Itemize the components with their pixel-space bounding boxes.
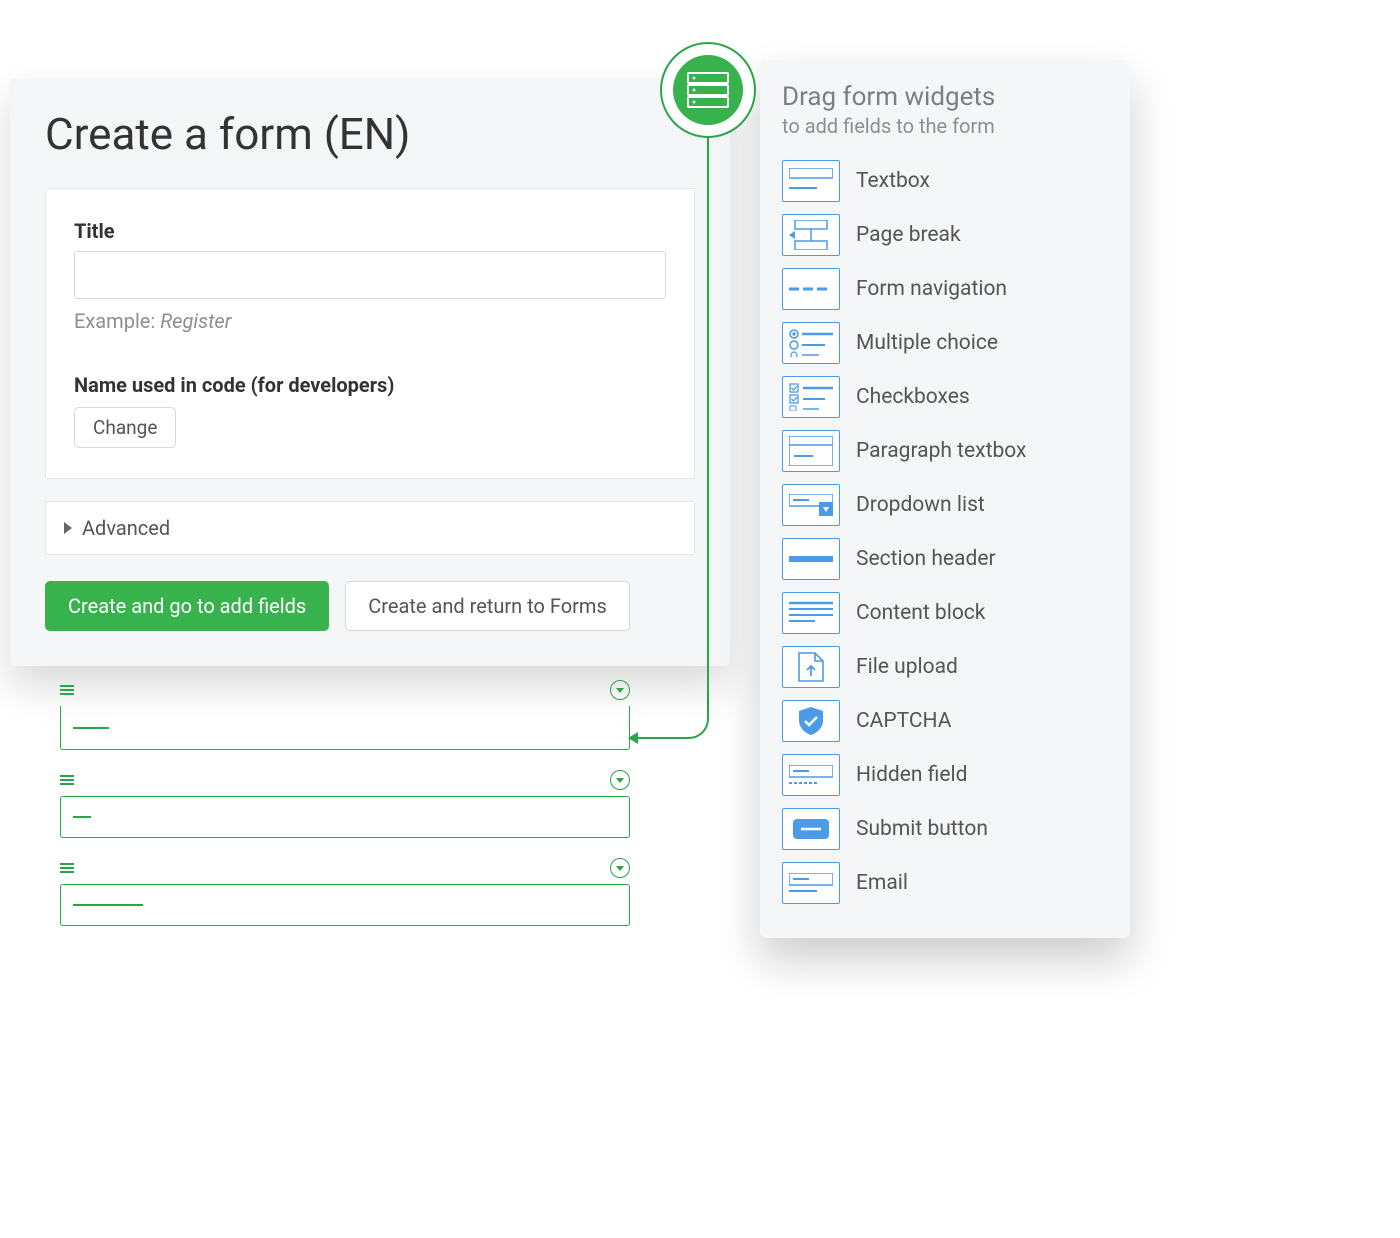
action-row: Create and go to add fields Create and r… bbox=[45, 581, 695, 631]
widgets-title: Drag form widgets bbox=[782, 82, 1108, 112]
form-stack-icon bbox=[687, 72, 729, 108]
submit-button-icon bbox=[782, 808, 840, 850]
hidden-field-icon bbox=[782, 754, 840, 796]
create-return-button[interactable]: Create and return to Forms bbox=[345, 581, 630, 631]
field-menu-icon bbox=[610, 680, 630, 700]
widget-dropdown-list[interactable]: Dropdown list bbox=[782, 478, 1108, 532]
widget-email[interactable]: Email bbox=[782, 856, 1108, 910]
widget-textbox[interactable]: Textbox bbox=[782, 154, 1108, 208]
dropped-field-placeholder bbox=[60, 884, 630, 926]
widget-label: Email bbox=[856, 871, 908, 895]
widget-label: CAPTCHA bbox=[856, 709, 951, 733]
advanced-toggle[interactable]: Advanced bbox=[45, 501, 695, 555]
caret-right-icon bbox=[64, 522, 72, 534]
title-helper: Example: Register bbox=[74, 309, 666, 333]
textbox-icon bbox=[782, 160, 840, 202]
widget-paragraph-textbox[interactable]: Paragraph textbox bbox=[782, 424, 1108, 478]
file-upload-icon bbox=[782, 646, 840, 688]
widget-content-block[interactable]: Content block bbox=[782, 586, 1108, 640]
create-form-panel: Create a form (EN) Title Example: Regist… bbox=[10, 78, 730, 666]
dropped-field-placeholder bbox=[60, 796, 630, 838]
form-meta-card: Title Example: Register Name used in cod… bbox=[45, 188, 695, 479]
title-label: Title bbox=[74, 219, 666, 243]
widget-submit-button[interactable]: Submit button bbox=[782, 802, 1108, 856]
form-builder-badge bbox=[660, 42, 756, 138]
field-menu-icon bbox=[610, 770, 630, 790]
helper-prefix: Example: bbox=[74, 309, 160, 333]
widget-label: Submit button bbox=[856, 817, 988, 841]
checkboxes-icon bbox=[782, 376, 840, 418]
widget-label: Section header bbox=[856, 547, 996, 571]
widget-label: Checkboxes bbox=[856, 385, 970, 409]
codename-label: Name used in code (for developers) bbox=[74, 373, 666, 397]
paragraph-textbox-icon bbox=[782, 430, 840, 472]
change-codename-button[interactable]: Change bbox=[74, 407, 176, 448]
dropped-field-placeholder bbox=[60, 706, 630, 750]
connector-elbow bbox=[637, 715, 709, 739]
connector-line bbox=[707, 138, 709, 718]
widget-section-header[interactable]: Section header bbox=[782, 532, 1108, 586]
drop-target-illustration bbox=[60, 680, 630, 946]
widget-form-navigation[interactable]: Form navigation bbox=[782, 262, 1108, 316]
widget-file-upload[interactable]: File upload bbox=[782, 640, 1108, 694]
drag-handle-icon bbox=[60, 775, 74, 785]
widget-checkboxes[interactable]: Checkboxes bbox=[782, 370, 1108, 424]
advanced-label: Advanced bbox=[82, 516, 170, 540]
form-navigation-icon bbox=[782, 268, 840, 310]
page-title: Create a form (EN) bbox=[45, 108, 695, 160]
widget-label: Textbox bbox=[856, 169, 930, 193]
widget-captcha[interactable]: CAPTCHA bbox=[782, 694, 1108, 748]
content-block-icon bbox=[782, 592, 840, 634]
drag-handle-icon bbox=[60, 863, 74, 873]
widget-label: File upload bbox=[856, 655, 958, 679]
field-menu-icon bbox=[610, 858, 630, 878]
widgets-panel: Drag form widgets to add fields to the f… bbox=[760, 60, 1130, 938]
widget-page-break[interactable]: Page break bbox=[782, 208, 1108, 262]
widget-hidden-field[interactable]: Hidden field bbox=[782, 748, 1108, 802]
dropdown-list-icon bbox=[782, 484, 840, 526]
email-icon bbox=[782, 862, 840, 904]
multiple-choice-icon bbox=[782, 322, 840, 364]
widget-label: Form navigation bbox=[856, 277, 1007, 301]
create-goto-fields-button[interactable]: Create and go to add fields bbox=[45, 581, 329, 631]
page-break-icon bbox=[782, 214, 840, 256]
widget-label: Content block bbox=[856, 601, 985, 625]
drag-handle-icon bbox=[60, 685, 74, 695]
title-input[interactable] bbox=[74, 251, 666, 299]
widget-label: Page break bbox=[856, 223, 961, 247]
widgets-subtitle: to add fields to the form bbox=[782, 114, 1108, 138]
widget-label: Dropdown list bbox=[856, 493, 985, 517]
widget-label: Paragraph textbox bbox=[856, 439, 1026, 463]
widget-label: Hidden field bbox=[856, 763, 967, 787]
widget-label: Multiple choice bbox=[856, 331, 998, 355]
section-header-icon bbox=[782, 538, 840, 580]
connector-arrow-icon bbox=[628, 732, 638, 744]
widget-multiple-choice[interactable]: Multiple choice bbox=[782, 316, 1108, 370]
helper-example: Register bbox=[160, 309, 231, 333]
captcha-icon bbox=[782, 700, 840, 742]
